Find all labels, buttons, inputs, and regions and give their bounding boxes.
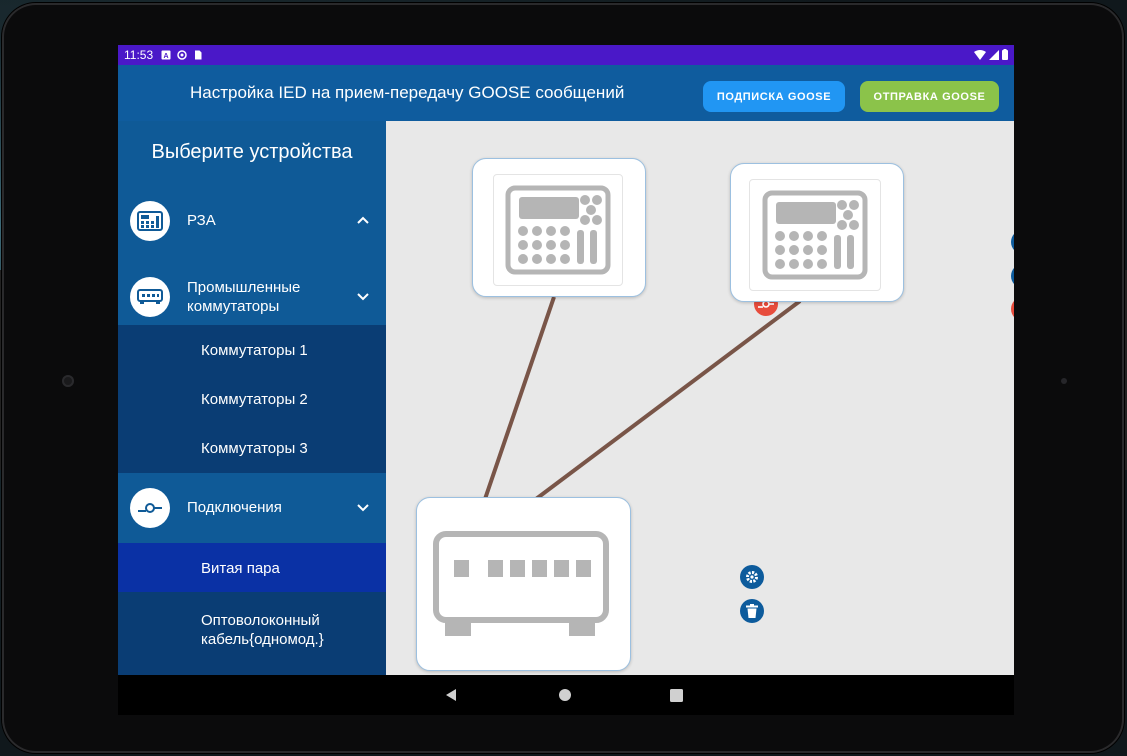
recents-icon[interactable] [670, 689, 683, 702]
category-label: РЗА [187, 212, 216, 229]
back-icon[interactable] [445, 688, 457, 702]
chevron-up-icon [357, 216, 369, 224]
connection-icon [130, 488, 170, 528]
relay-device-icon [762, 190, 868, 280]
gear-icon [746, 571, 758, 583]
status-time: 11:53 [124, 48, 154, 62]
category-label: Промышленные коммутаторы [187, 279, 301, 315]
category-switches[interactable]: Промышленные коммутаторы [118, 269, 386, 325]
chevron-down-icon [357, 504, 369, 512]
item-label: Оптоволоконный кабель{одномод.} [201, 612, 324, 648]
item-label: Витая пара [201, 560, 280, 577]
category-connections[interactable]: Подключения [118, 480, 386, 536]
home-icon[interactable] [558, 688, 572, 702]
category-label: Подключения [187, 499, 282, 516]
front-camera [62, 375, 74, 387]
relay-device[interactable] [472, 158, 646, 297]
signal-icon [989, 49, 999, 60]
relay-icon [130, 201, 170, 241]
subscribe-goose-button[interactable]: подписка GOOSE [703, 81, 845, 112]
device-face [749, 179, 881, 291]
item-label: Коммутаторы 3 [201, 440, 308, 457]
item-label: Коммутаторы 2 [201, 391, 308, 408]
send-goose-button[interactable]: отправка GOOSE [860, 81, 999, 112]
link-cable[interactable] [483, 296, 556, 500]
item-label: Коммутаторы 1 [201, 342, 308, 359]
switch-item-3[interactable]: Коммутаторы 3 [118, 423, 386, 473]
chevron-down-icon [357, 293, 369, 301]
status-bar: 11:53 A [118, 45, 1014, 65]
network-canvas[interactable] [386, 121, 1014, 675]
switch-device-icon [433, 531, 609, 636]
svg-text:A: A [164, 53, 169, 60]
device-delete-button[interactable] [740, 599, 764, 623]
notification-a-icon: A [161, 50, 171, 60]
link-cable[interactable] [534, 299, 802, 501]
screen: 11:53 A Настройка IED на прием-передачу … [118, 45, 1014, 715]
sidebar-title: Выберите устройства [151, 141, 353, 163]
device-sidebar: Выберите устройства РЗА Промышленные ком… [118, 121, 386, 675]
page-title: Настройка IED на прием-передачу GOOSE со… [190, 83, 625, 102]
relay-device[interactable] [730, 163, 904, 302]
system-nav-bar [118, 675, 1014, 715]
trash-icon [746, 604, 758, 618]
relay-device-icon [505, 185, 611, 275]
sensor [1061, 378, 1067, 384]
battery-icon [1002, 49, 1008, 60]
category-rza[interactable]: РЗА [118, 193, 386, 249]
status-indicators [974, 49, 1008, 60]
sync-icon [177, 50, 187, 60]
device-settings-button[interactable] [740, 565, 764, 589]
connection-item-twisted-pair[interactable]: Витая пара [118, 543, 386, 592]
switch-device[interactable] [416, 497, 631, 671]
sd-card-icon [195, 50, 202, 60]
switch-icon [130, 277, 170, 317]
connection-item-fiber[interactable]: Оптоволоконный кабель{одномод.} [118, 592, 386, 675]
device-face [493, 174, 623, 286]
wifi-icon [974, 49, 986, 60]
switch-item-1[interactable]: Коммутаторы 1 [118, 325, 386, 374]
switch-item-2[interactable]: Коммутаторы 2 [118, 374, 386, 423]
app-bar: Настройка IED на прием-передачу GOOSE со… [118, 65, 1014, 121]
